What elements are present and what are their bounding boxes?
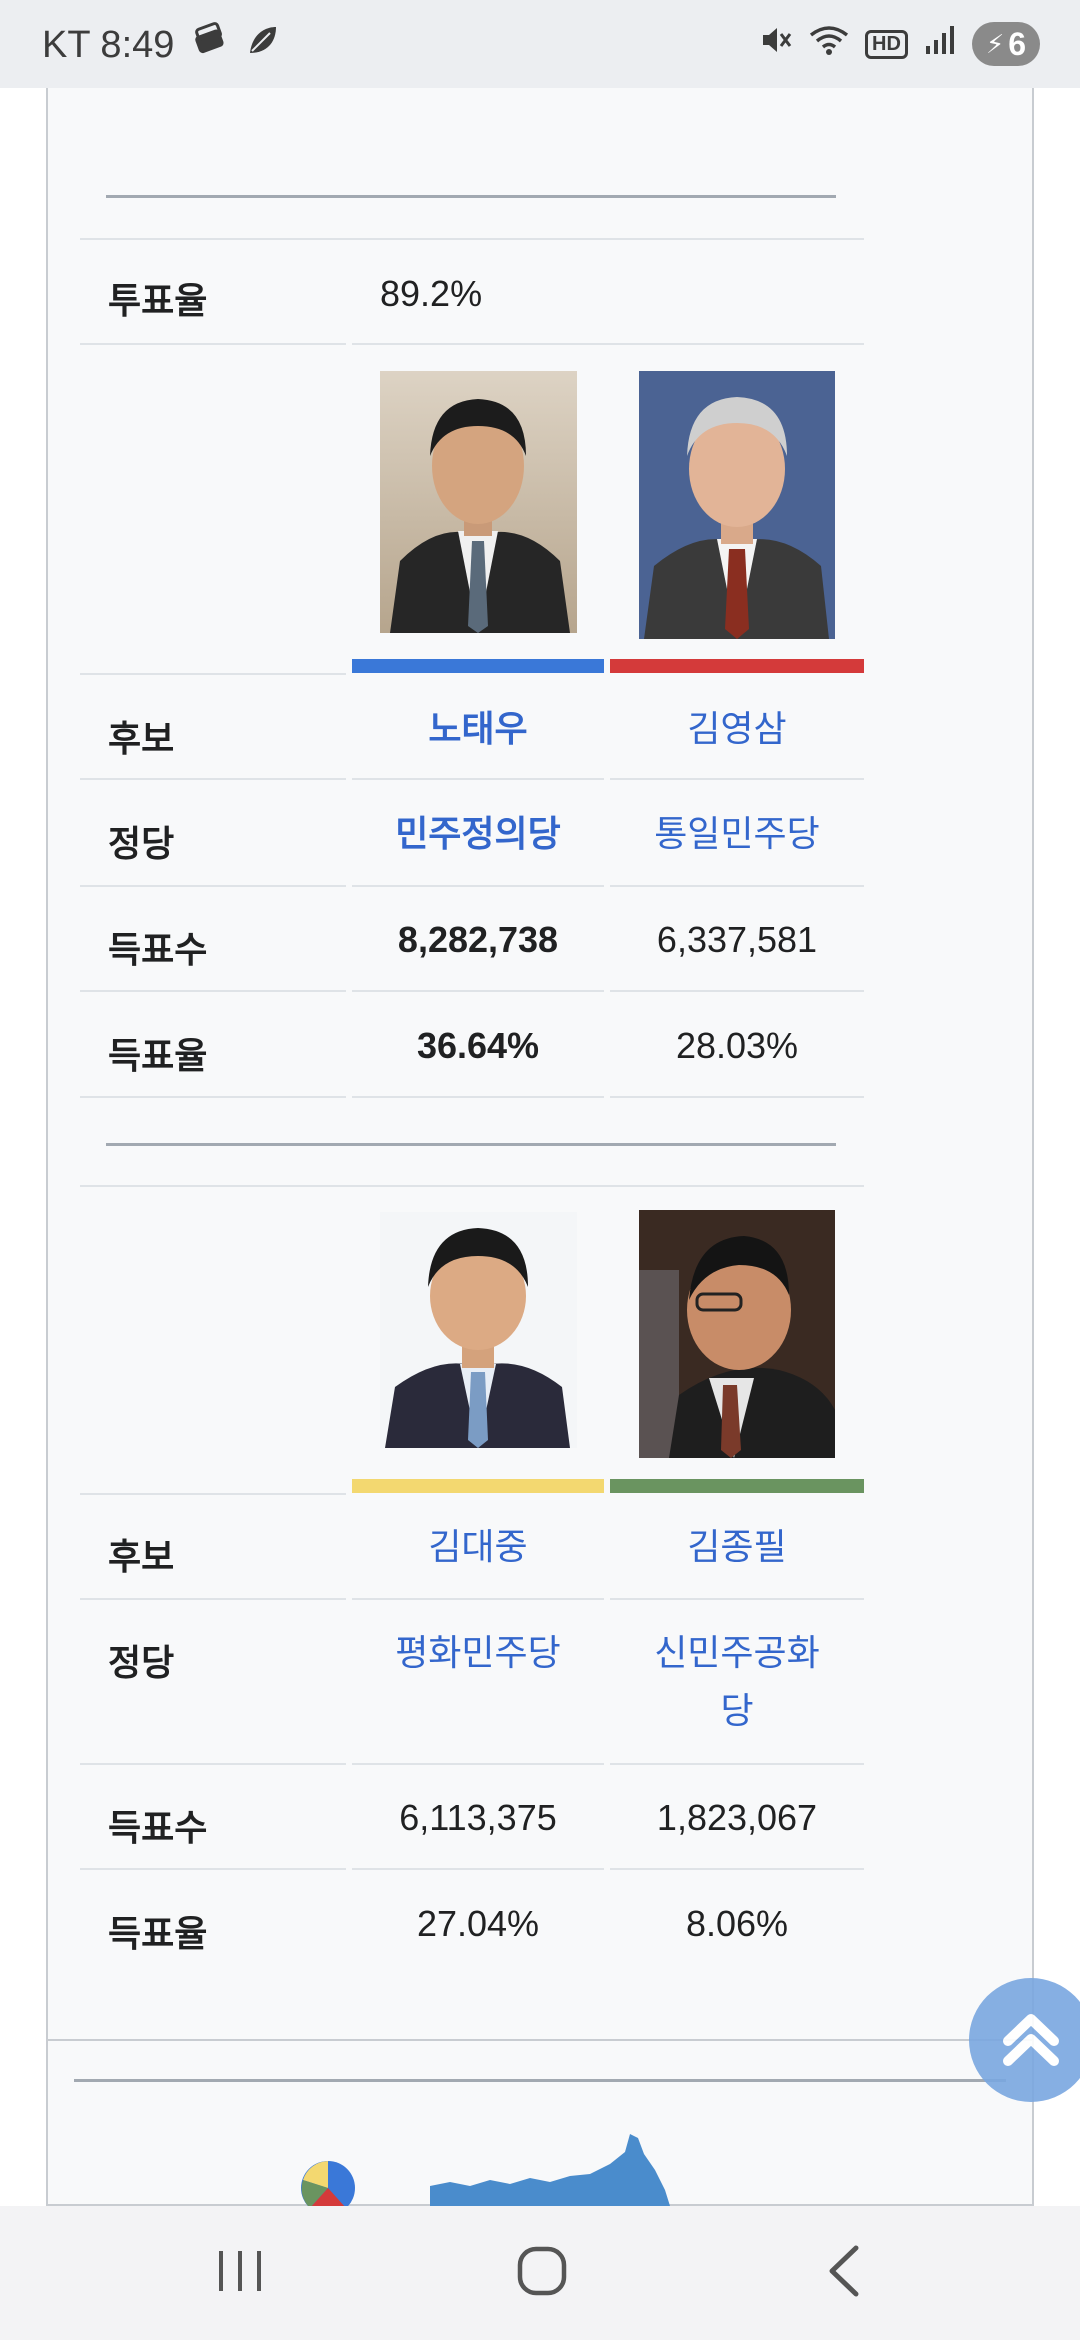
party-label: 정당: [108, 823, 175, 864]
votes-value: 6,113,375: [399, 1797, 557, 1838]
row-separator: [352, 778, 604, 780]
row-separator: [352, 885, 604, 887]
section-divider: [106, 1143, 836, 1146]
row-separator: [610, 1763, 864, 1765]
party-name-line: 당: [720, 1690, 754, 1731]
candidate-color-bar-kim-jp: [610, 1479, 864, 1493]
candidate-color-bar-kim-ys: [610, 659, 864, 673]
row-separator: [80, 1493, 346, 1495]
status-left: KT 8:49: [42, 22, 280, 68]
votes-value: 6,337,581: [656, 919, 818, 960]
kim-young-sam-photo: [639, 371, 835, 639]
system-navigation-bar: [0, 2206, 1080, 2340]
notification-icon: [192, 22, 228, 68]
recent-apps-button[interactable]: [170, 2206, 310, 2340]
row-separator: [610, 1598, 864, 1600]
row-separator: [80, 1185, 864, 1187]
row-separator: [610, 1096, 864, 1098]
share-value: 8.06%: [685, 1903, 789, 1944]
leaf-icon: [246, 23, 280, 67]
pie-chart-thumbnail: [298, 2158, 358, 2206]
back-icon: [824, 2244, 864, 2303]
section-divider: [74, 2079, 1006, 2082]
row-separator: [80, 1598, 346, 1600]
share-value: 36.64%: [416, 1025, 540, 1066]
row-separator: [352, 990, 604, 992]
candidate-color-bar-roh: [352, 659, 604, 673]
row-separator: [610, 885, 864, 887]
chevron-up-icon: [996, 2003, 1066, 2078]
votes-value: 8,282,738: [397, 919, 559, 960]
row-separator: [80, 778, 346, 780]
row-separator: [80, 673, 346, 675]
candidate-name-link[interactable]: 노태우: [352, 700, 604, 758]
share-value: 27.04%: [416, 1903, 540, 1944]
row-separator: [352, 1096, 604, 1098]
votes-value: 1,823,067: [656, 1797, 818, 1838]
status-right: HD ⚡ 6: [759, 22, 1040, 66]
party-name-line: 신민주공화: [654, 1632, 820, 1673]
candidate-name-link[interactable]: 김영삼: [610, 700, 864, 758]
row-separator: [610, 990, 864, 992]
mute-icon: [759, 23, 793, 65]
back-button[interactable]: [774, 2206, 914, 2340]
carrier-time: KT 8:49: [42, 23, 175, 66]
status-bar: KT 8:49 HD ⚡ 6: [0, 0, 1080, 88]
battery-indicator: ⚡ 6: [971, 22, 1040, 66]
candidate-name-link[interactable]: 김대중: [352, 1518, 604, 1576]
home-button[interactable]: [472, 2206, 612, 2340]
votes-label: 득표수: [108, 929, 208, 970]
section-divider: [106, 195, 836, 198]
kim-dae-jung-photo: [380, 1212, 577, 1448]
row-separator: [80, 343, 346, 345]
party-name-link[interactable]: 통일민주당: [610, 805, 864, 863]
row-separator: [80, 238, 864, 240]
row-separator: [352, 343, 864, 345]
row-separator: [352, 1598, 604, 1600]
page-margin: [1034, 88, 1080, 2206]
turnout-value: 89.2%: [380, 273, 483, 314]
row-separator: [80, 990, 346, 992]
candidate-color-bar-kim-dj: [352, 1479, 604, 1493]
share-label: 득표율: [108, 1035, 208, 1076]
turnout-label: 투표율: [108, 280, 208, 321]
area-chart-thumbnail: [430, 2130, 670, 2206]
party-name-link[interactable]: 민주정의당: [352, 805, 604, 863]
candidate-label: 후보: [108, 718, 175, 759]
wifi-icon: [809, 23, 849, 65]
row-separator: [80, 1763, 346, 1765]
row-separator: [80, 885, 346, 887]
row-separator: [610, 1868, 864, 1870]
home-icon: [516, 2245, 568, 2302]
share-label: 득표율: [108, 1913, 208, 1954]
roh-tae-woo-photo: [380, 371, 577, 633]
kim-jong-pil-photo: [639, 1210, 835, 1458]
candidate-name-link[interactable]: 김종필: [610, 1518, 864, 1576]
votes-label: 득표수: [108, 1807, 208, 1848]
party-name-link[interactable]: 평화민주당: [352, 1624, 604, 1682]
share-value: 28.03%: [675, 1025, 799, 1066]
row-separator: [80, 1868, 346, 1870]
charging-icon: ⚡: [985, 28, 1005, 59]
row-separator: [80, 1096, 346, 1098]
party-name-link[interactable]: 신민주공화 당: [610, 1624, 864, 1740]
row-separator: [610, 778, 864, 780]
row-separator: [352, 1763, 604, 1765]
battery-level: 6: [1008, 25, 1026, 62]
signal-icon: [924, 24, 956, 64]
hd-voice-icon: HD: [865, 29, 908, 59]
candidate-label: 후보: [108, 1536, 175, 1577]
party-label: 정당: [108, 1642, 175, 1683]
infobox-bottom-border: [46, 2039, 1034, 2041]
row-separator: [352, 1868, 604, 1870]
recent-apps-icon: [215, 2248, 265, 2299]
